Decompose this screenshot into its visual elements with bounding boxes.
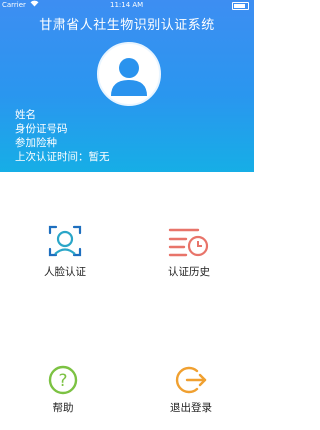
history-clock-icon [168,228,209,257]
logout-label: 退出登录 [170,402,212,414]
auth-history-label: 认证历史 [168,266,210,278]
face-scan-icon [48,225,82,257]
user-silhouette-icon [111,58,147,96]
svg-text:?: ? [58,371,67,391]
carrier-label: Carrier [2,1,26,9]
help-button[interactable]: ? 帮助 [18,364,108,415]
avatar[interactable] [97,42,161,106]
status-bar: Carrier 11:14 AM [0,0,254,11]
app-title: 甘肃省人社生物识别认证系统 [39,18,215,33]
battery-icon [232,2,249,10]
face-auth-button[interactable]: 人脸认证 [20,224,110,279]
user-info: 姓名 身份证号码 参加险种 上次认证时间：暂无 [15,108,110,164]
logout-arrow-icon [175,366,207,394]
header: Carrier 11:14 AM 甘肃省人社生物识别认证系统 姓名 身份证号码 … [0,0,254,172]
help-question-icon: ? [48,365,78,395]
auth-history-button[interactable]: 认证历史 [144,226,234,279]
face-auth-label: 人脸认证 [44,266,86,278]
last-auth-time: 上次认证时间：暂无 [15,151,110,163]
status-time: 11:14 AM [110,1,144,9]
user-name: 姓名 [15,109,36,121]
wifi-icon [30,0,39,9]
help-label: 帮助 [52,402,74,414]
user-insurance: 参加险种 [15,137,57,149]
user-id-number: 身份证号码 [15,123,68,135]
logout-button[interactable]: 退出登录 [146,364,236,415]
